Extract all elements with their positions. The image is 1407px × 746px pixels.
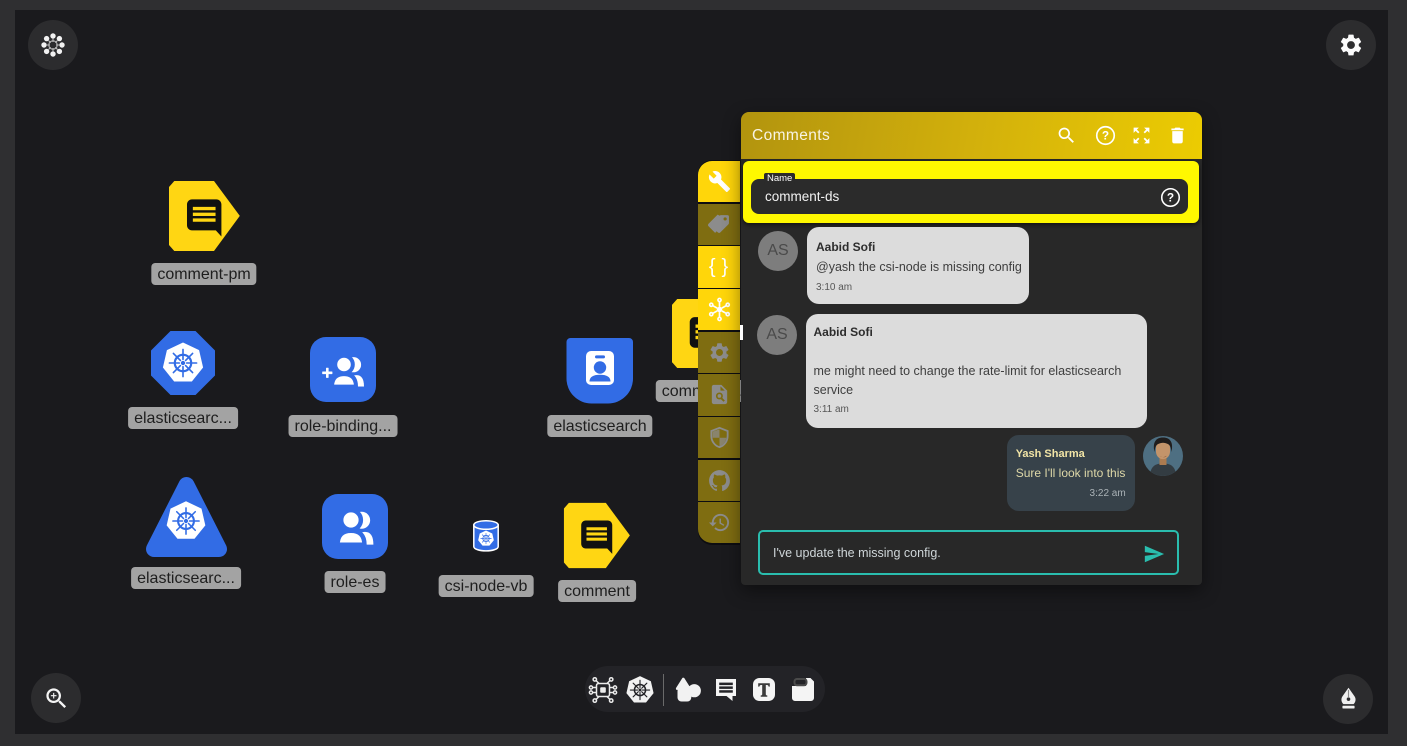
svg-text:?: ? <box>1102 129 1109 143</box>
svg-text:?: ? <box>1167 190 1174 204</box>
